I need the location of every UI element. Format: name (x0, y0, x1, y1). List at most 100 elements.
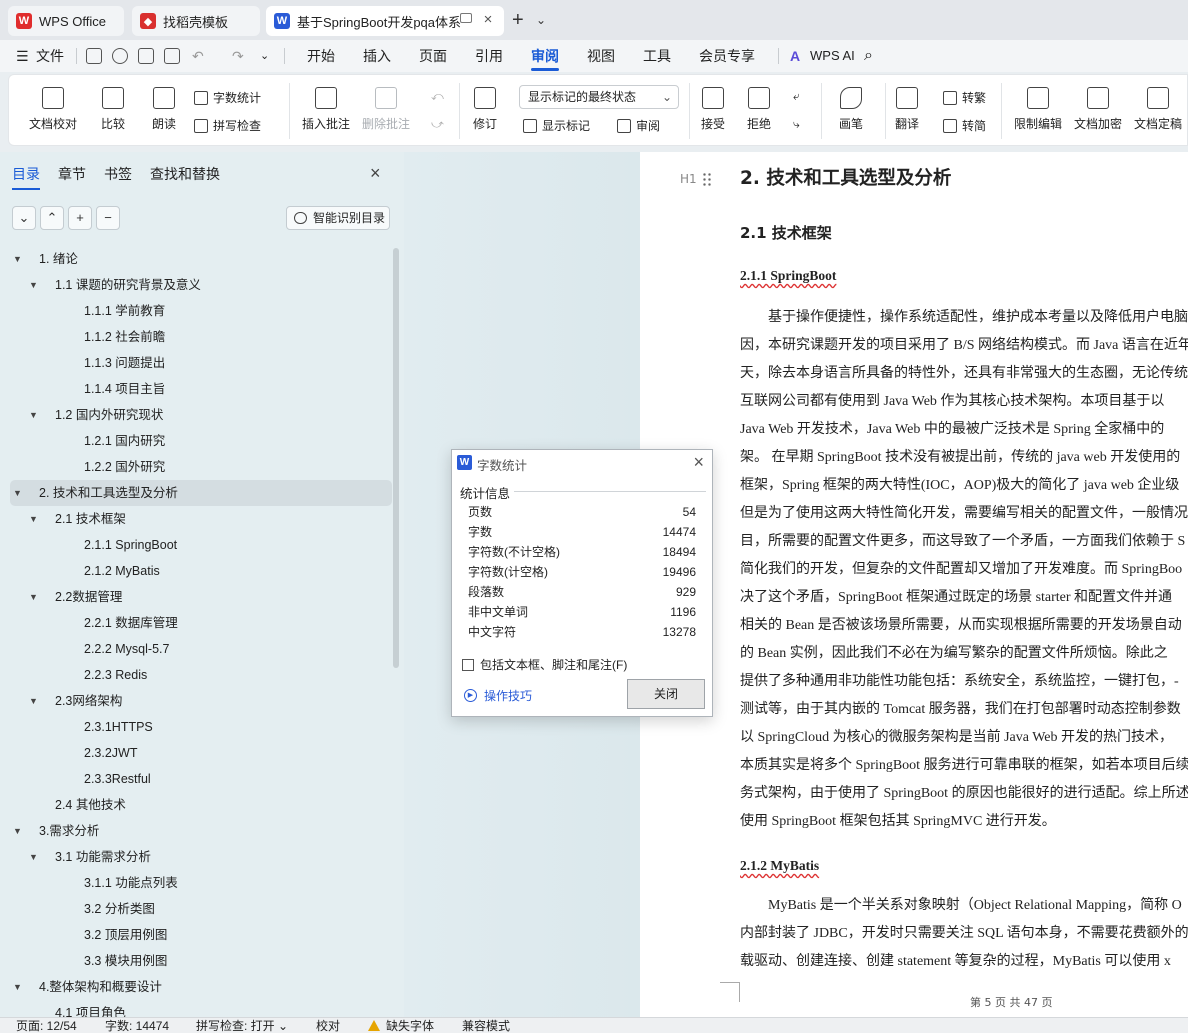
toc-item[interactable]: 1.1.3 问题提出 (10, 350, 392, 376)
collapse-down-icon[interactable]: ⌄ (12, 206, 36, 230)
compare-button[interactable]: 比较 (101, 87, 125, 132)
menu-membership[interactable]: 会员专享 (699, 46, 755, 66)
close-icon[interactable]: × (370, 164, 381, 182)
caret-down-icon[interactable]: ▼ (13, 818, 22, 844)
tab-document[interactable]: W 基于SpringBoot开发pqa体系 × (266, 6, 504, 36)
show-markup-button[interactable]: 显示标记 (523, 117, 590, 134)
print-preview-icon[interactable] (164, 48, 180, 64)
save-icon[interactable] (86, 48, 102, 64)
status-proof[interactable]: 校对 (316, 1019, 340, 1033)
caret-down-icon[interactable]: ▼ (29, 688, 38, 714)
document-page[interactable]: H1 2. 技术和工具选型及分析 2.1 技术框架 2.1.1 SpringBo… (640, 152, 1188, 1017)
status-spell[interactable]: 拼写检查: 打开 ⌄ (196, 1019, 288, 1033)
reject-button[interactable]: 拒绝 (747, 87, 771, 132)
toc-item[interactable]: 3.2 顶层用例图 (10, 922, 392, 948)
print-icon[interactable] (138, 48, 154, 64)
revise-button[interactable]: 修订 (473, 87, 497, 132)
to-simplified-button[interactable]: 转简 (943, 117, 986, 134)
expand-up-icon[interactable]: ⌃ (40, 206, 64, 230)
redo-icon[interactable]: ↷ (232, 46, 244, 66)
menu-references[interactable]: 引用 (475, 46, 503, 66)
caret-down-icon[interactable]: ▼ (29, 844, 38, 870)
markup-state-select[interactable]: 显示标记的最终状态 ⌄ (519, 85, 679, 109)
doc-encrypt-button[interactable]: 文档加密 (1074, 87, 1122, 132)
menu-insert[interactable]: 插入 (363, 46, 391, 66)
add-icon[interactable]: + (68, 206, 92, 230)
wps-ai-icon[interactable]: A (790, 46, 800, 66)
word-count-button[interactable]: 字数统计 (194, 89, 261, 106)
toc-item[interactable]: 2.1.1 SpringBoot (10, 532, 392, 558)
prev-comment-icon[interactable]: ⤺ (431, 89, 444, 104)
caret-down-icon[interactable]: ▼ (29, 272, 38, 298)
search-icon[interactable]: ⌕ (864, 46, 873, 66)
caret-down-icon[interactable]: ▼ (13, 480, 22, 506)
next-comment-icon[interactable]: ⤻ (431, 117, 444, 132)
toc-item[interactable]: 2.2.2 Mysql-5.7 (10, 636, 392, 662)
menu-review[interactable]: 审阅 (531, 46, 559, 71)
dialog-close-button[interactable]: 关闭 (627, 679, 705, 709)
toc-item[interactable]: 1.1.4 项目主旨 (10, 376, 392, 402)
caret-down-icon[interactable]: ▼ (29, 506, 38, 532)
nav-scrollbar[interactable] (393, 248, 399, 668)
status-page[interactable]: 页面: 12/54 (16, 1019, 77, 1033)
toc-item[interactable]: ▼ 2.2数据管理 (10, 584, 392, 610)
drag-handle-icon[interactable] (702, 172, 712, 186)
caret-down-icon[interactable]: ▼ (29, 402, 38, 428)
chevron-down-icon[interactable]: ⌄ (260, 46, 269, 66)
checkbox-box[interactable] (462, 658, 474, 671)
tab-wps-office[interactable]: W WPS Office (8, 6, 124, 36)
chevron-down-icon[interactable]: ⌄ (536, 13, 546, 27)
new-tab-icon[interactable]: + (512, 10, 524, 30)
tab-template[interactable]: ◆ 找稻壳模板 (132, 6, 260, 36)
undo-icon[interactable]: ↶ (192, 46, 204, 66)
toc-item[interactable]: 3.2 分析类图 (10, 896, 392, 922)
accept-button[interactable]: 接受 (701, 87, 725, 132)
monitor-icon[interactable] (460, 13, 472, 23)
toc-item[interactable]: 2.2.1 数据库管理 (10, 610, 392, 636)
toc-item[interactable]: 1.1.2 社会前瞻 (10, 324, 392, 350)
toc-item[interactable]: 3.3 模块用例图 (10, 948, 392, 974)
menu-view[interactable]: 视图 (587, 46, 615, 66)
toc-item[interactable]: 1.2.2 国外研究 (10, 454, 392, 480)
toc-item[interactable]: ▼ 2. 技术和工具选型及分析 (10, 480, 392, 506)
toc-item[interactable]: 1.1.1 学前教育 (10, 298, 392, 324)
to-traditional-button[interactable]: 转繁 (943, 89, 986, 106)
include-textbox-checkbox[interactable]: 包括文本框、脚注和尾注(F) (462, 656, 627, 673)
delete-comment-button[interactable]: 删除批注 (362, 87, 410, 132)
toc-item[interactable]: ▼ 1.2 国内外研究现状 (10, 402, 392, 428)
menu-home[interactable]: 开始 (307, 46, 335, 66)
translate-button[interactable]: 翻译 (895, 87, 919, 132)
toc-item[interactable]: 2.3.2JWT (10, 740, 392, 766)
review-pane-button[interactable]: 审阅 (617, 117, 660, 134)
toc-item[interactable]: ▼ 3.1 功能需求分析 (10, 844, 392, 870)
caret-down-icon[interactable]: ▼ (13, 246, 22, 272)
menu-wps-ai[interactable]: WPS AI (810, 46, 855, 66)
restrict-edit-button[interactable]: 限制编辑 (1014, 87, 1062, 132)
next-change-icon[interactable]: ⤷ (793, 117, 800, 132)
toc-item[interactable]: ▼ 2.3网络架构 (10, 688, 392, 714)
dialog-titlebar[interactable]: W 字数统计 × (452, 450, 712, 476)
nav-tab-find-replace[interactable]: 查找和替换 (150, 164, 220, 184)
tips-link[interactable]: ▶ 操作技巧 (464, 687, 532, 704)
close-icon[interactable]: × (480, 12, 496, 28)
smart-toc-button[interactable]: 智能识别目录 (286, 206, 390, 230)
prev-change-icon[interactable]: ⤶ (793, 89, 800, 104)
caret-down-icon[interactable]: ▼ (13, 974, 22, 1000)
toc-item[interactable]: ▼ 1.1 课题的研究背景及意义 (10, 272, 392, 298)
menu-tools[interactable]: 工具 (643, 46, 671, 66)
nav-tab-sections[interactable]: 章节 (58, 164, 86, 184)
hamburger-icon[interactable]: ☰ (16, 46, 29, 66)
menu-page[interactable]: 页面 (419, 46, 447, 66)
spell-check-button[interactable]: 拼写检查 (194, 117, 261, 134)
remove-icon[interactable]: − (96, 206, 120, 230)
toc-item[interactable]: 2.3.3Restful (10, 766, 392, 792)
toc-item[interactable]: 2.1.2 MyBatis (10, 558, 392, 584)
toc-item[interactable]: 2.2.3 Redis (10, 662, 392, 688)
toc-item[interactable]: ▼ 1. 绪论 (10, 246, 392, 272)
toc-item[interactable]: 3.1.1 功能点列表 (10, 870, 392, 896)
menu-file[interactable]: 文件 (36, 46, 64, 66)
toc-item[interactable]: ▼ 2.1 技术框架 (10, 506, 392, 532)
nav-tab-bookmarks[interactable]: 书签 (104, 164, 132, 184)
insert-comment-button[interactable]: 插入批注 (302, 87, 350, 132)
pen-button[interactable]: 画笔 (839, 87, 863, 132)
